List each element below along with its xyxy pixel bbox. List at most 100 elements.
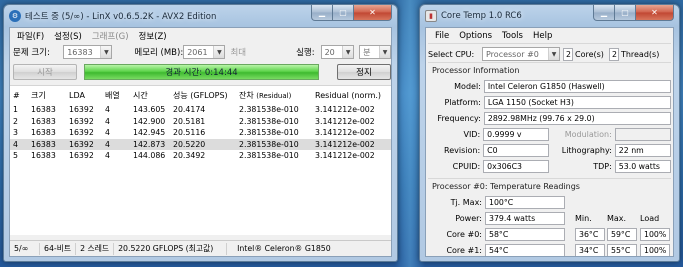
memory-combo[interactable]: 2061 ▼: [183, 45, 226, 59]
cell-size: 16383: [31, 128, 56, 138]
menu-graph[interactable]: 그래프(G): [87, 30, 134, 42]
cell-index: 4: [10, 138, 28, 150]
table-row[interactable]: 1 16383 16392 4 143.605 20.4174 2.381538e-010 3…: [10, 104, 391, 116]
lithography-label: Lithography:: [561, 145, 612, 155]
model-row: Model: Intel Celeron G1850 (Haswell): [428, 78, 671, 94]
frequency-label: Frequency:: [437, 113, 481, 123]
status-cpu: Intel® Celeron® G1850: [237, 243, 331, 253]
menu-settings[interactable]: 설정(S): [49, 30, 87, 42]
tdp-value: 53.0 watts: [614, 159, 671, 173]
coretemp-title: Core Temp 1.0 RC6: [441, 11, 522, 21]
frequency-value: 2892.98MHz (99.76 x 29.0): [483, 111, 671, 125]
table-row[interactable]: 3 16383 16392 4 142.945 20.5116 2.381538e-010 3…: [10, 127, 391, 139]
stop-button[interactable]: 정지: [337, 64, 391, 80]
select-cpu-label: Select CPU:: [428, 49, 475, 59]
problem-size-combo[interactable]: 16383 ▼: [63, 45, 113, 59]
col-align[interactable]: 배열: [102, 86, 130, 104]
menu-file[interactable]: File: [430, 31, 454, 41]
menu-options[interactable]: Options: [454, 31, 497, 41]
cell-lda: 16392: [69, 151, 94, 161]
core0-row: Core #0: 58°C 36°C 59°C 100%: [428, 226, 671, 242]
coretemp-menubar: File Options Tools Help: [428, 28, 671, 43]
cell-lda: 16392: [69, 128, 94, 138]
col-gflops[interactable]: 성능 (GFLOPS): [170, 86, 236, 104]
core1-min: 34°C: [575, 243, 605, 256]
cell-residual: 2.381538e-010: [239, 116, 299, 126]
lithography-value: 22 nm: [614, 143, 671, 157]
modulation-value: [614, 127, 671, 141]
minimize-button[interactable]: ▁: [311, 5, 333, 21]
close-button[interactable]: ✕: [636, 5, 674, 21]
runs-value: 20: [324, 47, 335, 57]
col-residual[interactable]: 잔차 (Residual): [236, 86, 312, 104]
threads-label: Thread(s): [620, 49, 660, 59]
cell-time: 144.086: [133, 151, 166, 161]
cell-residual-norm: 3.141212e-002: [315, 128, 375, 138]
cell-residual: 2.381538e-010: [239, 128, 299, 138]
linx-title: 테스트 중 (5/∞) - LinX v0.6.5.2K - AVX2 Edit…: [25, 12, 217, 22]
processor-combo[interactable]: Processor #0 ▼: [482, 47, 560, 61]
power-value: 379.4 watts: [485, 211, 565, 225]
runs-combo[interactable]: 20 ▼: [320, 45, 355, 59]
close-button[interactable]: ✕: [354, 5, 392, 21]
cell-index: 5: [13, 151, 18, 161]
linx-client: 파일(F) 설정(S) 그래프(G) 정보(Z) 문제 크기: 16383 ▼ …: [9, 27, 392, 257]
table-row[interactable]: 2 16383 16392 4 142.900 20.5181 2.381538e-010 3…: [10, 116, 391, 128]
status-bits: 64-비트: [40, 242, 77, 255]
platform-label: Platform:: [444, 97, 481, 107]
maximize-button[interactable]: ▢: [615, 5, 636, 21]
menu-tools[interactable]: Tools: [497, 31, 528, 41]
platform-value: LGA 1150 (Socket H3): [483, 95, 671, 109]
power-row: Power: 379.4 watts Min. Max. Load: [428, 210, 671, 226]
col-max-label: Max.: [607, 213, 627, 223]
cell-lda: 16392: [69, 116, 94, 126]
coretemp-window: ▮ Core Temp 1.0 RC6 ▁ ▢ ✕ File Options T…: [419, 4, 680, 262]
runs-unit-value: 분: [363, 47, 371, 57]
maximize-button[interactable]: ▢: [333, 5, 354, 21]
cell-residual-norm: 3.141212e-002: [315, 151, 375, 161]
chevron-down-icon: ▼: [548, 48, 559, 60]
table-row[interactable]: 5 16383 16392 4 144.086 20.3492 2.381538e-010 3…: [10, 150, 391, 162]
platform-row: Platform: LGA 1150 (Socket H3): [428, 94, 671, 110]
cell-lda: 16392: [69, 105, 94, 115]
tjmax-row: Tj. Max: 100°C: [428, 194, 671, 210]
core1-max: 55°C: [607, 243, 637, 256]
chevron-down-icon: ▼: [342, 46, 354, 58]
status-threads: 2 스레드: [76, 242, 115, 255]
linx-menubar: 파일(F) 설정(S) 그래프(G) 정보(Z): [10, 28, 391, 43]
coretemp-titlebar[interactable]: ▮ Core Temp 1.0 RC6 ▁ ▢ ✕: [425, 5, 674, 27]
runs-unit-combo[interactable]: 분 ▼: [359, 45, 391, 59]
problem-size-value: 16383: [67, 47, 93, 57]
cell-time: 143.605: [133, 105, 166, 115]
memory-label: 메모리 (MB):: [134, 48, 184, 58]
core0-min: 36°C: [575, 227, 605, 241]
cell-time: 142.873: [130, 138, 170, 150]
col-index[interactable]: #: [10, 86, 28, 104]
vid-row: VID: 0.9999 v Modulation:: [428, 126, 671, 142]
results-header-row: # 크기 LDA 배열 시간 성능 (GFLOPS) 잔차 (Residual)…: [10, 86, 391, 104]
col-size[interactable]: 크기: [28, 86, 66, 104]
core1-row: Core #1: 54°C 34°C 55°C 100%: [428, 242, 671, 256]
col-residual-norm[interactable]: Residual (norm.): [312, 86, 391, 104]
memory-max-label[interactable]: 최대: [230, 46, 246, 58]
col-lda[interactable]: LDA: [66, 86, 102, 104]
menu-info[interactable]: 정보(Z): [134, 30, 172, 42]
revision-row: Revision: C0 Lithography: 22 nm: [428, 142, 671, 158]
cell-gflops: 20.5116: [173, 128, 206, 138]
col-time[interactable]: 시간: [130, 86, 170, 104]
menu-help[interactable]: Help: [528, 31, 557, 41]
vid-value: 0.9999 v: [483, 127, 550, 141]
cell-size: 16383: [31, 105, 56, 115]
cell-size: 16383: [28, 138, 66, 150]
start-button[interactable]: 시작: [13, 64, 77, 80]
cell-align: 4: [105, 116, 110, 126]
table-row[interactable]: 4 16383 16392 4 142.873 20.5220 2.381538e-010 3…: [10, 138, 391, 150]
cell-index: 1: [13, 105, 18, 115]
menu-file[interactable]: 파일(F): [12, 30, 49, 42]
memory-value: 2061: [187, 47, 208, 57]
power-label: Power:: [455, 213, 482, 223]
linx-titlebar[interactable]: ⚙ 테스트 중 (5/∞) - LinX v0.6.5.2K - AVX2 Ed…: [9, 5, 392, 27]
coretemp-client: File Options Tools Help Select CPU: Proc…: [425, 27, 674, 257]
minimize-button[interactable]: ▁: [593, 5, 615, 21]
core0-max: 59°C: [607, 227, 637, 241]
